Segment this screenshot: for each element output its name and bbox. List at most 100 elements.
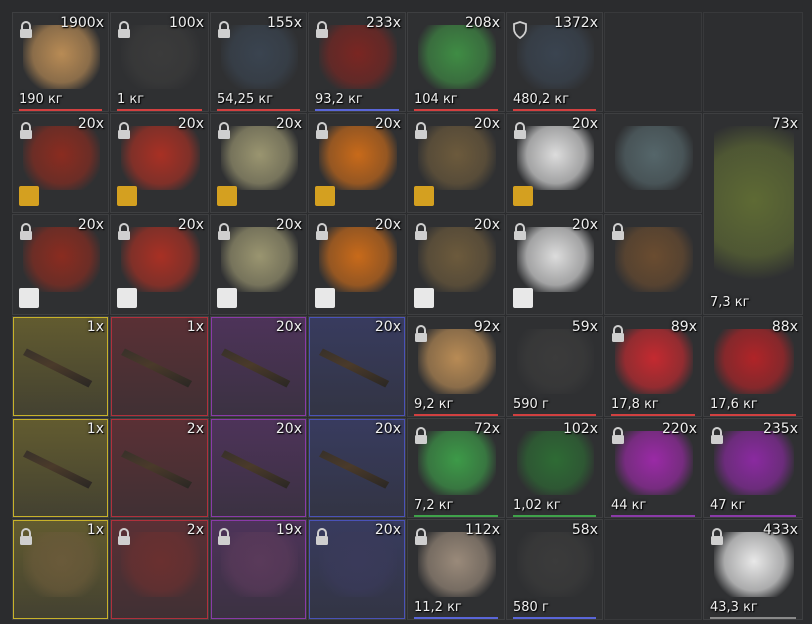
inventory-slot[interactable]: 1900x 190 кг <box>12 12 109 112</box>
rarity-bar <box>217 109 300 111</box>
inventory-slot[interactable]: 72x 7,2 кг <box>407 418 505 518</box>
inventory-slot[interactable]: 20x <box>12 214 109 315</box>
inventory-slot[interactable]: 59x 590 г <box>506 316 603 417</box>
inventory-slot[interactable]: 20x <box>308 316 406 417</box>
inventory-slot[interactable]: 20x <box>12 113 109 213</box>
rarity-bar <box>710 617 796 619</box>
item-quantity: 20x <box>275 319 302 335</box>
red-cyan-skin-icon <box>121 126 200 190</box>
lock-icon <box>19 528 33 546</box>
green-case-icon <box>517 431 594 495</box>
inventory-slot[interactable]: 1x <box>12 418 109 518</box>
lock-icon <box>315 528 329 546</box>
item-weight: 11,2 кг <box>414 600 462 615</box>
lock-icon <box>117 21 131 39</box>
skin-type-badge-icon <box>217 186 237 206</box>
item-quantity: 20x <box>374 522 401 538</box>
item-weight: 104 кг <box>414 92 458 107</box>
item-quantity: 92x <box>473 319 500 335</box>
item-quantity: 112x <box>464 522 500 538</box>
inventory-slot[interactable]: 1x <box>12 316 109 417</box>
skin-type-badge-icon <box>513 288 533 308</box>
inventory-slot[interactable]: 102x 1,02 кг <box>506 418 603 518</box>
zombie-face-icon <box>615 126 693 190</box>
inventory-slot[interactable]: 88x 17,6 кг <box>703 316 803 417</box>
lock-icon <box>611 223 625 241</box>
rarity-bar <box>710 414 796 416</box>
rarity-bar <box>611 515 695 517</box>
inventory-slot[interactable]: 20x <box>506 214 603 315</box>
item-weight: 54,25 кг <box>217 92 274 107</box>
inventory-slot[interactable]: 92x 9,2 кг <box>407 316 505 417</box>
item-quantity: 20x <box>571 116 598 132</box>
empty-slot <box>604 519 702 620</box>
inventory-slot[interactable]: 58x 580 г <box>506 519 603 620</box>
rarity-bar <box>513 515 596 517</box>
skin-type-badge-icon <box>117 288 137 308</box>
item-quantity: 1x <box>86 319 104 335</box>
inventory-slot[interactable]: 433x 43,3 кг <box>703 519 803 620</box>
inventory-slot[interactable]: 155x 54,25 кг <box>210 12 307 112</box>
inventory-slot[interactable]: 20x <box>110 113 209 213</box>
inventory-slot[interactable]: 100x 1 кг <box>110 12 209 112</box>
inventory-slot[interactable]: 89x 17,8 кг <box>604 316 702 417</box>
item-quantity: 19x <box>275 522 302 538</box>
empty-slot <box>604 12 702 112</box>
inventory-slot[interactable]: 1x <box>12 519 109 620</box>
inventory-slot[interactable]: 112x 11,2 кг <box>407 519 505 620</box>
inventory-slot[interactable]: 2x <box>110 519 209 620</box>
inventory-slot[interactable]: 20x <box>407 113 505 213</box>
inventory-slot[interactable]: 1x <box>110 316 209 417</box>
item-quantity: 59x <box>571 319 598 335</box>
item-weight: 1 кг <box>117 92 145 107</box>
inventory-slot[interactable]: 2x <box>110 418 209 518</box>
inventory-slot[interactable]: 20x <box>308 214 406 315</box>
item-quantity: 20x <box>374 116 401 132</box>
item-quantity: 20x <box>177 116 204 132</box>
item-quantity: 20x <box>473 116 500 132</box>
inventory-slot[interactable]: 20x <box>308 113 406 213</box>
inventory-slot[interactable]: 20x <box>308 418 406 518</box>
skin-type-badge-icon <box>513 186 533 206</box>
inventory-slot[interactable]: 20x <box>210 418 307 518</box>
item-weight: 1,02 кг <box>513 498 561 513</box>
inventory-slot[interactable]: 20x <box>210 214 307 315</box>
inventory-slot[interactable]: 233x 93,2 кг <box>308 12 406 112</box>
rarity-bar <box>414 109 498 111</box>
lock-icon <box>710 427 724 445</box>
item-quantity: 20x <box>473 217 500 233</box>
rarity-bar <box>117 109 202 111</box>
item-quantity: 1900x <box>60 15 104 31</box>
inventory-slot[interactable]: 20x <box>210 316 307 417</box>
inventory-slot[interactable]: 220x 44 кг <box>604 418 702 518</box>
inventory-slot[interactable] <box>604 214 702 315</box>
item-weight: 47 кг <box>710 498 746 513</box>
inventory-slot[interactable]: 1372x 480,2 кг <box>506 12 603 112</box>
item-quantity: 20x <box>374 217 401 233</box>
item-weight: 480,2 кг <box>513 92 570 107</box>
lock-icon <box>414 325 428 343</box>
skin-type-badge-icon <box>414 288 434 308</box>
inventory-slot[interactable] <box>604 113 702 213</box>
item-weight: 7,3 кг <box>710 295 750 310</box>
inventory-slot[interactable]: 20x <box>110 214 209 315</box>
item-weight: 7,2 кг <box>414 498 454 513</box>
item-quantity: 88x <box>771 319 798 335</box>
item-weight: 9,2 кг <box>414 397 454 412</box>
item-weight: 590 г <box>513 397 549 412</box>
inventory-slot[interactable]: 19x <box>210 519 307 620</box>
champagne-bottle-icon <box>714 126 794 292</box>
item-quantity: 20x <box>374 319 401 335</box>
inventory-slot[interactable]: 235x 47 кг <box>703 418 803 518</box>
inventory-slot[interactable]: 20x <box>506 113 603 213</box>
inventory-slot[interactable]: 73x 7,3 кг <box>703 113 803 315</box>
skin-type-badge-icon <box>117 186 137 206</box>
lock-icon <box>513 122 527 140</box>
inventory-slot[interactable]: 20x <box>308 519 406 620</box>
inventory-grid: 1900x 190 кг 100x 1 кг 155x 54,25 кг 233x 93,2 … <box>0 0 812 624</box>
inventory-slot[interactable]: 20x <box>407 214 505 315</box>
inventory-slot[interactable]: 20x <box>210 113 307 213</box>
rarity-bar <box>513 109 596 111</box>
inventory-slot[interactable]: 208x 104 кг <box>407 12 505 112</box>
electronic-device-icon <box>517 25 594 89</box>
